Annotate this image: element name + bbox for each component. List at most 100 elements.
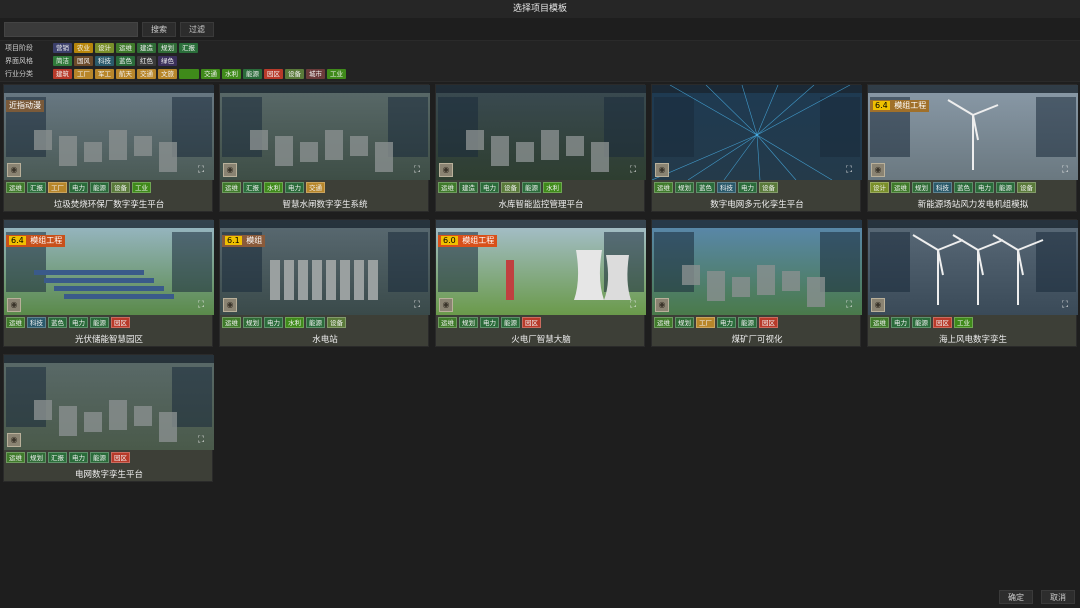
filter-chip[interactable]: 园区 <box>264 69 283 79</box>
filter-chip[interactable]: 交通 <box>201 69 220 79</box>
filter-chip[interactable]: 简洁 <box>53 56 72 66</box>
preview-icon[interactable]: ◉ <box>439 298 453 312</box>
card-tag: 电力 <box>891 317 910 328</box>
card-tag: 园区 <box>111 452 130 463</box>
template-thumbnail[interactable] <box>652 220 862 315</box>
filter-chip[interactable]: 交通 <box>137 69 156 79</box>
filter-chip[interactable]: 红色 <box>137 56 156 66</box>
card-tag: 能源 <box>738 317 757 328</box>
template-card[interactable]: 6.4 模组工程 ◉ ⛶ 设计 运维 规划 科技 蓝色 电力 能源 设备 新能源场站风力发电机… <box>867 84 1078 212</box>
card-tag: 电力 <box>69 452 88 463</box>
card-tags: 运维 科技 蓝色 电力 能源 园区 <box>6 317 130 328</box>
search-button[interactable]: 搜索 <box>142 22 176 37</box>
filter-chip[interactable]: 汇报 <box>179 43 198 53</box>
template-card[interactable]: ◉ ⛶ 运维 规划 汇报 电力 能源 园区 电网数字孪生平台 <box>3 354 214 482</box>
template-thumbnail[interactable] <box>4 355 214 450</box>
fullscreen-icon[interactable]: ⛶ <box>1058 163 1072 177</box>
preview-icon[interactable]: ◉ <box>223 298 237 312</box>
filter-chip[interactable]: 蓝色 <box>116 56 135 66</box>
ok-button[interactable]: 确定 <box>999 590 1033 604</box>
preview-icon[interactable]: ◉ <box>871 298 885 312</box>
filter-chip[interactable]: 国风 <box>74 56 93 66</box>
filter-chip[interactable]: 建造 <box>137 43 156 53</box>
fullscreen-icon[interactable]: ⛶ <box>194 298 208 312</box>
card-tag: 电力 <box>480 182 499 193</box>
filter-chip[interactable]: 航天 <box>116 69 135 79</box>
card-tag: 工厂 <box>696 317 715 328</box>
cancel-button[interactable]: 取消 <box>1041 590 1075 604</box>
card-tag: 汇报 <box>48 452 67 463</box>
filter-chip[interactable]: 规划 <box>158 43 177 53</box>
preview-icon[interactable]: ◉ <box>223 163 237 177</box>
preview-icon[interactable]: ◉ <box>655 163 669 177</box>
filter-chip[interactable]: 工业 <box>327 69 346 79</box>
window-title: 选择项目模板 <box>0 0 1080 18</box>
badge-label: 近指动漫 <box>9 101 41 110</box>
fullscreen-icon[interactable]: ⛶ <box>842 298 856 312</box>
fullscreen-icon[interactable]: ⛶ <box>194 163 208 177</box>
filter-chip[interactable]: 建筑 <box>53 69 72 79</box>
filter-chip[interactable]: 水利 <box>222 69 241 79</box>
card-tag: 运维 <box>6 452 25 463</box>
fullscreen-icon[interactable]: ⛶ <box>842 163 856 177</box>
card-tag: 电力 <box>738 182 757 193</box>
card-tags: 运维 规划 电力 能源 园区 <box>438 317 541 328</box>
card-tags: 运维 建造 电力 设备 能源 水利 <box>438 182 562 193</box>
filter-button[interactable]: 过滤 <box>180 22 214 37</box>
card-tag: 科技 <box>933 182 952 193</box>
card-tag: 运维 <box>222 182 241 193</box>
dialog-footer: 确定 取消 <box>999 590 1075 604</box>
template-thumbnail[interactable] <box>220 85 430 180</box>
card-tag: 规划 <box>27 452 46 463</box>
template-card[interactable]: 6.0 模组工程 ◉ ⛶ 运维 规划 电力 能源 园区 火电厂智慧大脑 <box>435 219 646 347</box>
fullscreen-icon[interactable]: ⛶ <box>1058 298 1072 312</box>
fullscreen-icon[interactable]: ⛶ <box>410 298 424 312</box>
fullscreen-icon[interactable]: ⛶ <box>626 163 640 177</box>
template-card[interactable]: ◉ ⛶ 运维 规划 工厂 电力 能源 园区 煤矿厂可视化 <box>651 219 862 347</box>
filter-chip[interactable]: 农业 <box>74 43 93 53</box>
card-tag: 设备 <box>1017 182 1036 193</box>
search-input[interactable] <box>4 22 138 37</box>
filter-panel: 项目阶段 营销 农业 设计 运维 建造 规划 汇报 界面风格 简洁 国风 科技 蓝色 红色 绿色 行业… <box>0 40 1080 82</box>
filter-chip[interactable]: 设计 <box>95 43 114 53</box>
filter-chip[interactable]: 城市 <box>306 69 325 79</box>
preview-icon[interactable]: ◉ <box>7 298 21 312</box>
card-tag: 运维 <box>870 317 889 328</box>
fullscreen-icon[interactable]: ⛶ <box>626 298 640 312</box>
filter-chip[interactable]: 军工 <box>95 69 114 79</box>
template-card[interactable]: ◉ ⛶ 运维 电力 能源 园区 工业 海上风电数字孪生 <box>867 219 1078 347</box>
fullscreen-icon[interactable]: ⛶ <box>194 433 208 447</box>
template-thumbnail[interactable] <box>652 85 862 180</box>
card-tag: 能源 <box>90 317 109 328</box>
filter-chip[interactable]: 文旅 <box>158 69 177 79</box>
preview-icon[interactable]: ◉ <box>655 298 669 312</box>
template-card[interactable]: 近指动漫 ◉ ⛶ 运维 汇报 工厂 电力 能源 设备 工业 垃圾焚烧环保厂数字孪生平台 <box>3 84 214 212</box>
preview-icon[interactable]: ◉ <box>7 163 21 177</box>
template-thumbnail[interactable] <box>868 220 1078 315</box>
preview-icon[interactable]: ◉ <box>7 433 21 447</box>
filter-chip[interactable] <box>179 69 199 79</box>
card-tag: 运维 <box>6 182 25 193</box>
card-tag: 电力 <box>480 317 499 328</box>
filter-chip[interactable]: 绿色 <box>158 56 177 66</box>
template-card[interactable]: 6.1 模组 ◉ ⛶ 运维 规划 电力 水利 能源 设备 水电站 <box>219 219 430 347</box>
filter-chip[interactable]: 运维 <box>116 43 135 53</box>
filter-chip[interactable]: 营销 <box>53 43 72 53</box>
card-tag: 能源 <box>501 317 520 328</box>
template-card[interactable]: ◉ ⛶ 运维 规划 蓝色 科技 电力 设备 数字电网多元化孪生平台 <box>651 84 862 212</box>
template-name: 煤矿厂可视化 <box>731 335 783 345</box>
filter-chip[interactable]: 设备 <box>285 69 304 79</box>
card-tag: 水利 <box>285 317 304 328</box>
filter-chip[interactable]: 工厂 <box>74 69 93 79</box>
filter-chip[interactable]: 科技 <box>95 56 114 66</box>
preview-icon[interactable]: ◉ <box>439 163 453 177</box>
template-card[interactable]: ◉ ⛶ 运维 建造 电力 设备 能源 水利 水库智能监控管理平台 <box>435 84 646 212</box>
card-tag: 水利 <box>264 182 283 193</box>
fullscreen-icon[interactable]: ⛶ <box>410 163 424 177</box>
preview-icon[interactable]: ◉ <box>871 163 885 177</box>
template-name: 数字电网多元化孪生平台 <box>710 200 804 210</box>
template-card[interactable]: 6.4 模组工程 ◉ ⛶ 运维 科技 蓝色 电力 能源 园区 光伏储能智慧园区 <box>3 219 214 347</box>
template-card[interactable]: ◉ ⛶ 运维 汇报 水利 电力 交通 智慧水闸数字孪生系统 <box>219 84 430 212</box>
template-thumbnail[interactable] <box>436 85 646 180</box>
filter-chip[interactable]: 能源 <box>243 69 262 79</box>
